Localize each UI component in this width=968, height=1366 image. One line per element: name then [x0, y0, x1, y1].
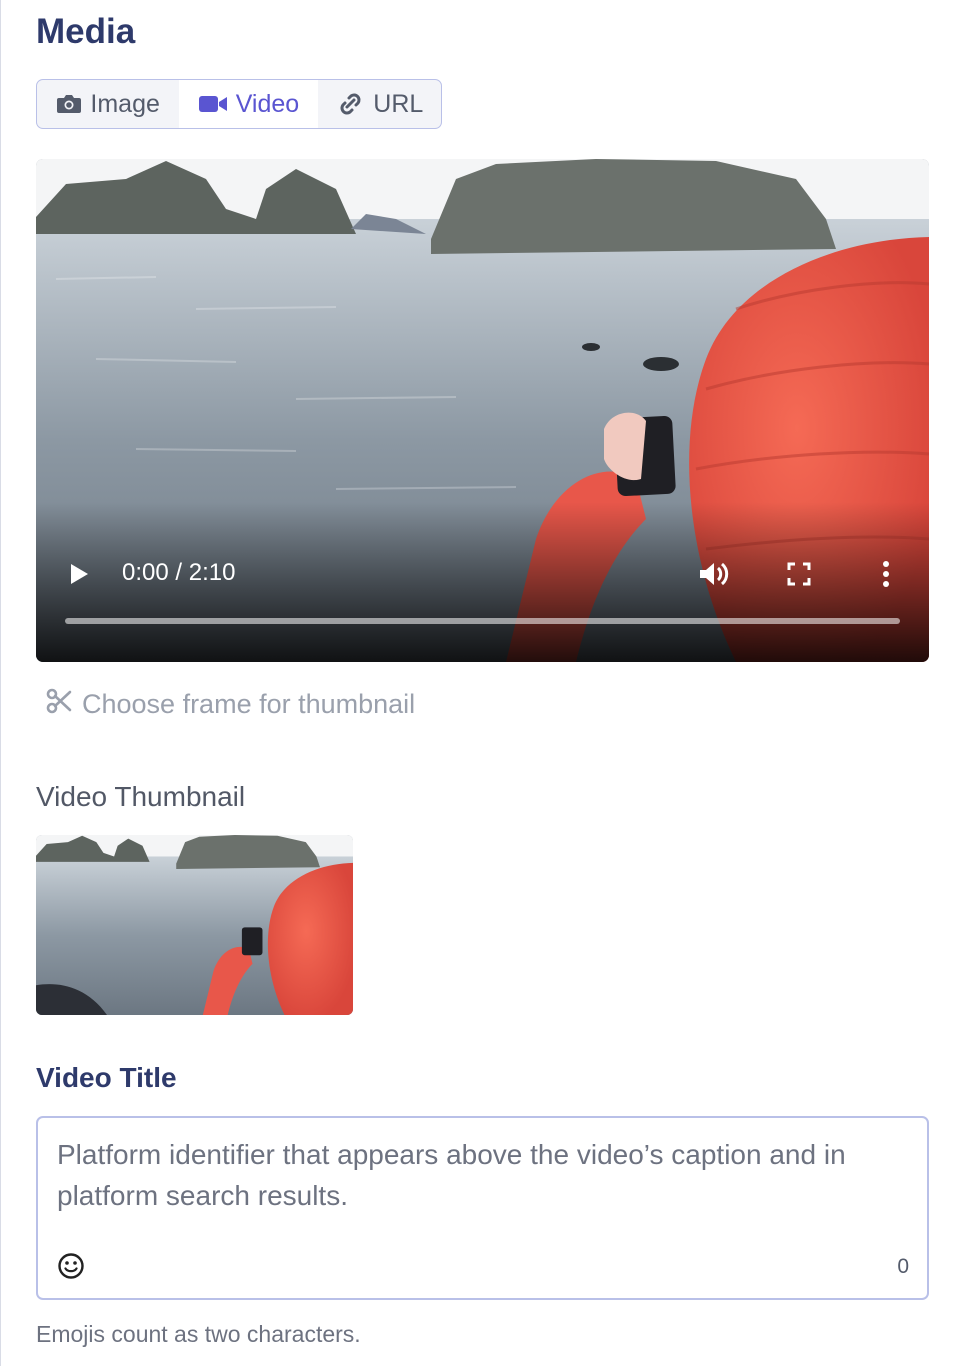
- time-display: 0:00 / 2:10: [122, 559, 236, 586]
- fullscreen-button[interactable]: [786, 561, 812, 592]
- link-icon: [335, 92, 365, 116]
- video-camera-icon: [198, 94, 228, 114]
- fullscreen-icon: [787, 562, 811, 586]
- video-title-label: Video Title: [36, 1062, 177, 1093]
- media-type-tabs: Image Video URL: [36, 79, 442, 129]
- video-thumbnail: [36, 835, 353, 1015]
- smiley-icon: [58, 1253, 84, 1279]
- helper-text: Emojis count as two characters.: [36, 1321, 361, 1347]
- video-title-box: 0: [36, 1116, 929, 1300]
- tab-url-label: URL: [373, 89, 424, 118]
- play-icon: [71, 564, 88, 584]
- tab-url[interactable]: URL: [318, 80, 441, 128]
- video-title-input[interactable]: [57, 1134, 897, 1234]
- volume-button[interactable]: [696, 559, 730, 594]
- more-options-button[interactable]: [881, 559, 891, 594]
- choose-frame-label: Choose frame for thumbnail: [82, 689, 416, 719]
- progress-bar[interactable]: [65, 618, 900, 624]
- play-button[interactable]: [66, 559, 92, 594]
- emoji-button[interactable]: [57, 1252, 85, 1285]
- thumbnail-label: Video Thumbnail: [36, 781, 246, 812]
- camera-icon: [56, 93, 82, 115]
- tab-video-label: Video: [235, 89, 300, 118]
- panel-left-border: [0, 0, 1, 1366]
- volume-icon: [700, 562, 729, 586]
- video-player[interactable]: 0:00 / 2:10: [36, 159, 929, 662]
- tab-video[interactable]: Video: [179, 80, 318, 128]
- more-vertical-icon: [883, 561, 889, 587]
- scissors-icon: [46, 688, 72, 721]
- tab-image-label: Image: [90, 89, 160, 118]
- choose-frame-button[interactable]: Choose frame for thumbnail: [46, 688, 415, 721]
- tab-image[interactable]: Image: [37, 80, 179, 128]
- character-count: 0: [897, 1255, 909, 1278]
- thumbnail-frame: [36, 835, 353, 1015]
- section-title: Media: [36, 12, 136, 51]
